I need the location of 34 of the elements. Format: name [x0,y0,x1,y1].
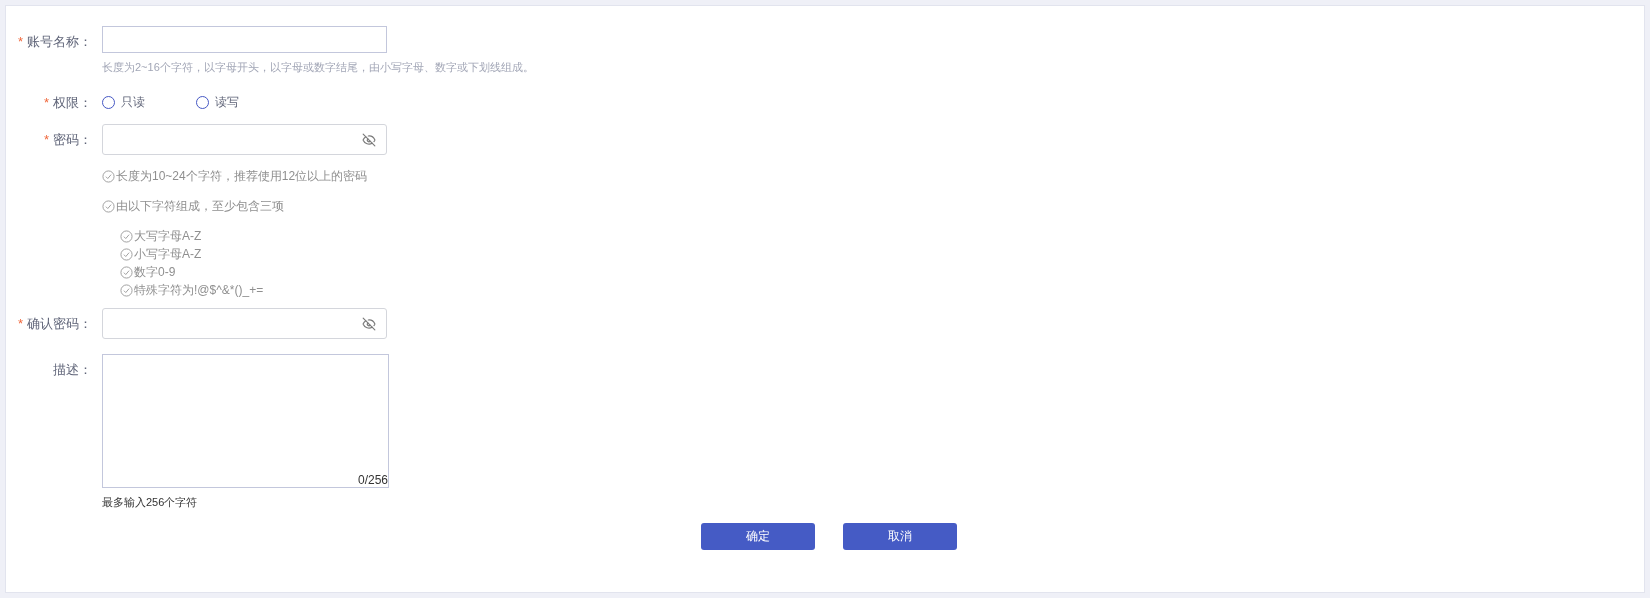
password-rule: 大写字母A-Z [134,228,202,245]
check-circle-icon [102,199,115,213]
description-textarea[interactable]: 0/256 [102,354,389,488]
password-field[interactable] [102,308,387,339]
required-mark: * [17,315,23,333]
check-circle-icon [120,265,133,279]
hint-text: 长度为2~16个字符，以字母开头，以字母或数字结尾，由小写字母、数字或下划线组成。 [102,60,534,75]
radio-option[interactable]: 读写 [196,92,244,112]
hint-text: 最多输入256个字符 [102,495,199,510]
field-label: 密码： [53,131,92,149]
required-mark: * [43,131,49,149]
account-name-field[interactable] [102,26,387,53]
password-field[interactable] [102,124,387,155]
radio-option[interactable]: 只读 [102,92,150,112]
field-label: 确认密码： [27,315,92,333]
field-label: 权限： [53,93,92,112]
field-label: 描述： [53,361,92,379]
check-circle-icon [120,229,133,243]
cancel-button[interactable]: 取消 [843,522,957,550]
field-label: 账号名称： [27,33,92,51]
eye-off-icon[interactable] [362,132,376,147]
password-rule: 特殊字符为!@$^&*()_+= [134,282,264,299]
password-rule: 小写字母A-Z [134,246,202,263]
password-rule: 由以下字符组成，至少包含三项 [116,198,284,215]
required-mark: * [17,33,23,51]
check-circle-icon [120,247,133,261]
password-rule: 数字0-9 [134,264,176,281]
password-rule: 长度为10~24个字符，推荐使用12位以上的密码 [116,168,368,185]
eye-off-icon[interactable] [362,316,376,331]
required-mark: * [43,93,49,112]
check-circle-icon [120,283,133,297]
check-circle-icon [102,169,115,183]
confirm-button[interactable]: 确定 [701,522,815,550]
character-counter: 0/256 [357,473,388,487]
